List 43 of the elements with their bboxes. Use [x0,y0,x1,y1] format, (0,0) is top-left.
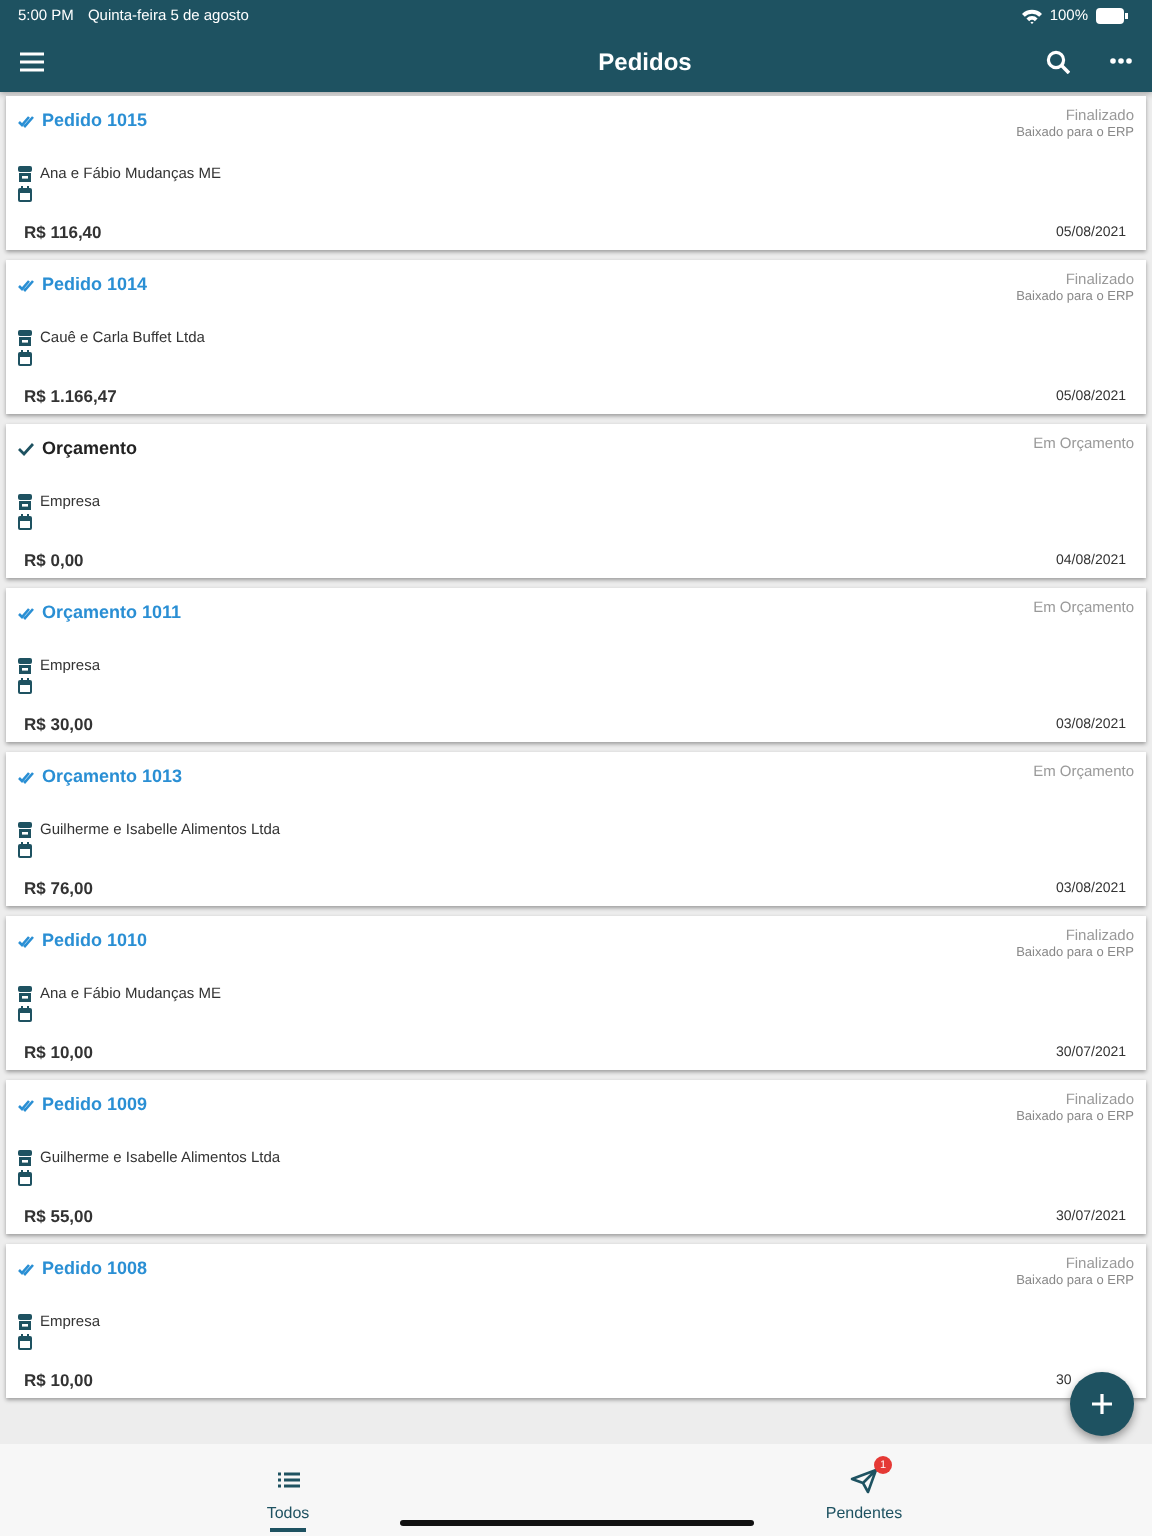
store-icon [18,985,32,1001]
store-icon [18,165,32,181]
order-title: Pedido 1015 [42,110,148,130]
store-icon [18,1313,32,1329]
order-total: R$ 0,00 [24,550,84,570]
store-icon [18,1149,32,1165]
calendar-icon [18,1170,32,1186]
order-total: R$ 76,00 [24,878,93,898]
order-total: R$ 30,00 [24,714,93,734]
calendar-icon [18,1006,32,1022]
wifi-icon [1021,7,1042,23]
add-button[interactable] [1070,1372,1134,1436]
calendar-icon [18,514,32,530]
order-total: R$ 55,00 [24,1206,93,1226]
calendar-icon [18,842,32,858]
order-title: Pedido 1008 [42,1258,148,1278]
order-title: Orçamento 1011 [42,602,182,622]
paper-plane-icon [850,1467,878,1493]
order-total: R$ 1.166,47 [24,386,117,406]
page-title: Pedidos [596,47,694,75]
order-total: R$ 116,40 [24,222,102,242]
order-total: R$ 10,00 [24,1042,93,1062]
list-icon [277,1472,299,1488]
menu-icon[interactable] [20,51,44,71]
order-title: Pedido 1009 [42,1094,148,1114]
battery-icon [1096,7,1128,23]
store-icon [18,657,32,673]
calendar-icon [18,186,32,202]
calendar-icon [18,678,32,694]
store-icon [18,329,32,345]
order-title: Orçamento 1013 [42,766,183,786]
order-total: R$ 10,00 [24,1370,93,1390]
order-title: Pedido 1014 [42,274,148,294]
search-icon[interactable] [1046,49,1070,73]
bottom-tab[interactable]: Todos [0,1444,576,1536]
more-icon[interactable] [1110,58,1132,64]
plus-icon [1092,1394,1112,1414]
calendar-icon [18,350,32,366]
store-icon [18,821,32,837]
store-icon [18,493,32,509]
order-title: Orçamento [42,438,138,458]
order-title: Pedido 1010 [42,930,148,950]
calendar-icon [18,1334,32,1350]
